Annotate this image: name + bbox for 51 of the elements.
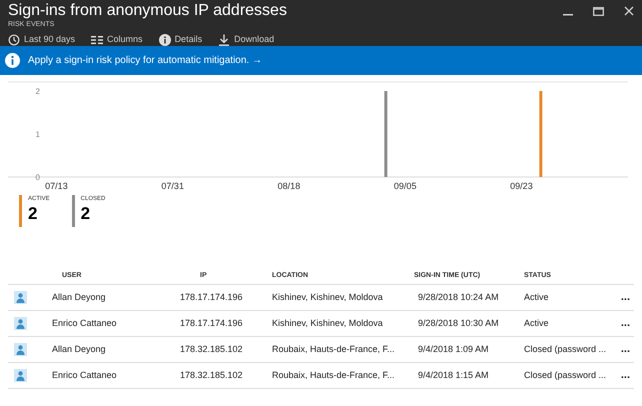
- history-icon: [8, 34, 20, 46]
- sign-in-time: 9/28/2018 10:24 AM: [417, 290, 500, 304]
- toolbar-button[interactable]: Last 90 days: [8, 33, 76, 46]
- window-title: Sign-ins from anonymous IP addresses: [8, 1, 287, 20]
- user-name: Allan Deyong: [52, 290, 107, 304]
- axis-tick-label: 07/31: [161, 181, 184, 191]
- toolbar-button[interactable]: Columns: [91, 33, 143, 46]
- info-banner[interactable]: Apply a sign-in risk policy for automatic mitigation. →: [0, 46, 642, 75]
- banner-text: Apply a sign-in risk policy for automatic mitigation. →: [28, 54, 262, 68]
- toolbar-button[interactable]: Details: [158, 33, 202, 46]
- user-name: Enrico Cattaneo: [52, 368, 118, 382]
- user-avatar-icon: [14, 291, 27, 304]
- more-button[interactable]: ...: [620, 318, 630, 329]
- user-avatar-icon: [14, 317, 27, 330]
- status: Active: [524, 290, 550, 304]
- location: Kishinev, Kishinev, Moldova: [272, 316, 384, 330]
- ip-address: 178.17.174.196: [179, 290, 244, 304]
- legend-count: 2: [80, 204, 92, 224]
- location: Roubaix, Hauts-de-France, F...: [272, 368, 396, 382]
- sign-in-time: 9/28/2018 10:30 AM: [417, 316, 500, 330]
- ip-address: 178.32.185.102: [179, 368, 244, 382]
- more-button[interactable]: ...: [620, 344, 630, 355]
- user-name: Allan Deyong: [52, 342, 107, 356]
- location: Kishinev, Kishinev, Moldova: [272, 290, 384, 304]
- user-name: Enrico Cattaneo: [52, 316, 118, 330]
- toolbar-button[interactable]: Download: [218, 33, 274, 46]
- info-icon: [5, 53, 20, 68]
- location: Roubaix, Hauts-de-France, F...: [272, 342, 396, 356]
- sign-in-time: 9/4/2018 1:15 AM: [417, 368, 490, 382]
- user-avatar-icon: [14, 369, 27, 382]
- axis-tick-label: 09/05: [394, 181, 416, 191]
- more-button[interactable]: ...: [620, 292, 630, 303]
- axis-tick-label: 0: [36, 173, 40, 182]
- ip-address: 178.17.174.196: [179, 316, 244, 330]
- axis-tick-label: 1: [36, 130, 40, 139]
- legend-count: 2: [28, 204, 38, 224]
- download-icon: [218, 34, 230, 46]
- axis-tick-label: 07/13: [45, 181, 68, 191]
- user-avatar-icon: [14, 343, 27, 356]
- axis-tick-label: 09/23: [510, 181, 533, 191]
- axis-tick-label: 08/18: [278, 181, 300, 191]
- more-button[interactable]: ...: [620, 370, 630, 381]
- status: Active: [524, 316, 550, 330]
- sign-in-time: 9/4/2018 1:09 AM: [417, 342, 490, 356]
- status: Closed (password ...: [524, 368, 608, 382]
- axis-tick-label: 2: [36, 87, 40, 96]
- maximize-icon[interactable]: [593, 6, 604, 16]
- close-icon[interactable]: [624, 6, 634, 16]
- status: Closed (password ...: [524, 342, 608, 356]
- columns-icon: [91, 34, 104, 46]
- ip-address: 178.32.185.102: [179, 342, 244, 356]
